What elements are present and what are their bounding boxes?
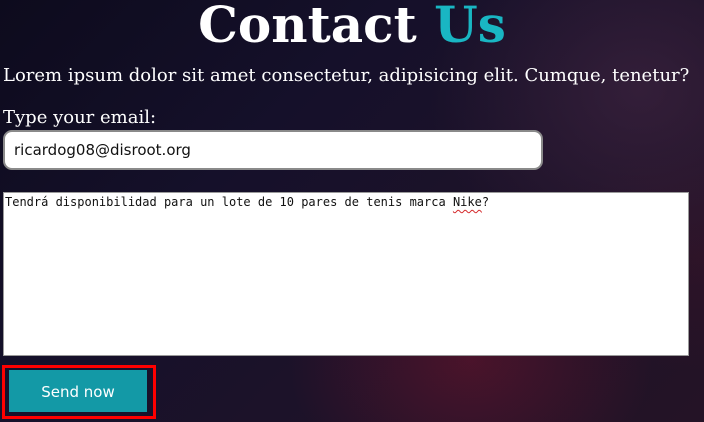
title-main: Contact [198,0,417,54]
send-now-button[interactable]: Send now [9,370,147,412]
message-textarea[interactable]: Tendrá disponibilidad para un lote de 10… [3,192,689,356]
misspelled-word: Nike [452,195,482,209]
page-title: Contact Us [0,0,704,56]
email-label: Type your email: [3,107,157,128]
message-text-end: ? [481,195,490,209]
title-accent: Us [434,0,506,54]
intro-text: Lorem ipsum dolor sit amet consectetur, … [3,65,690,86]
email-field[interactable] [3,130,543,170]
message-text: Tendrá disponibilidad para un lote de 10… [5,195,453,209]
